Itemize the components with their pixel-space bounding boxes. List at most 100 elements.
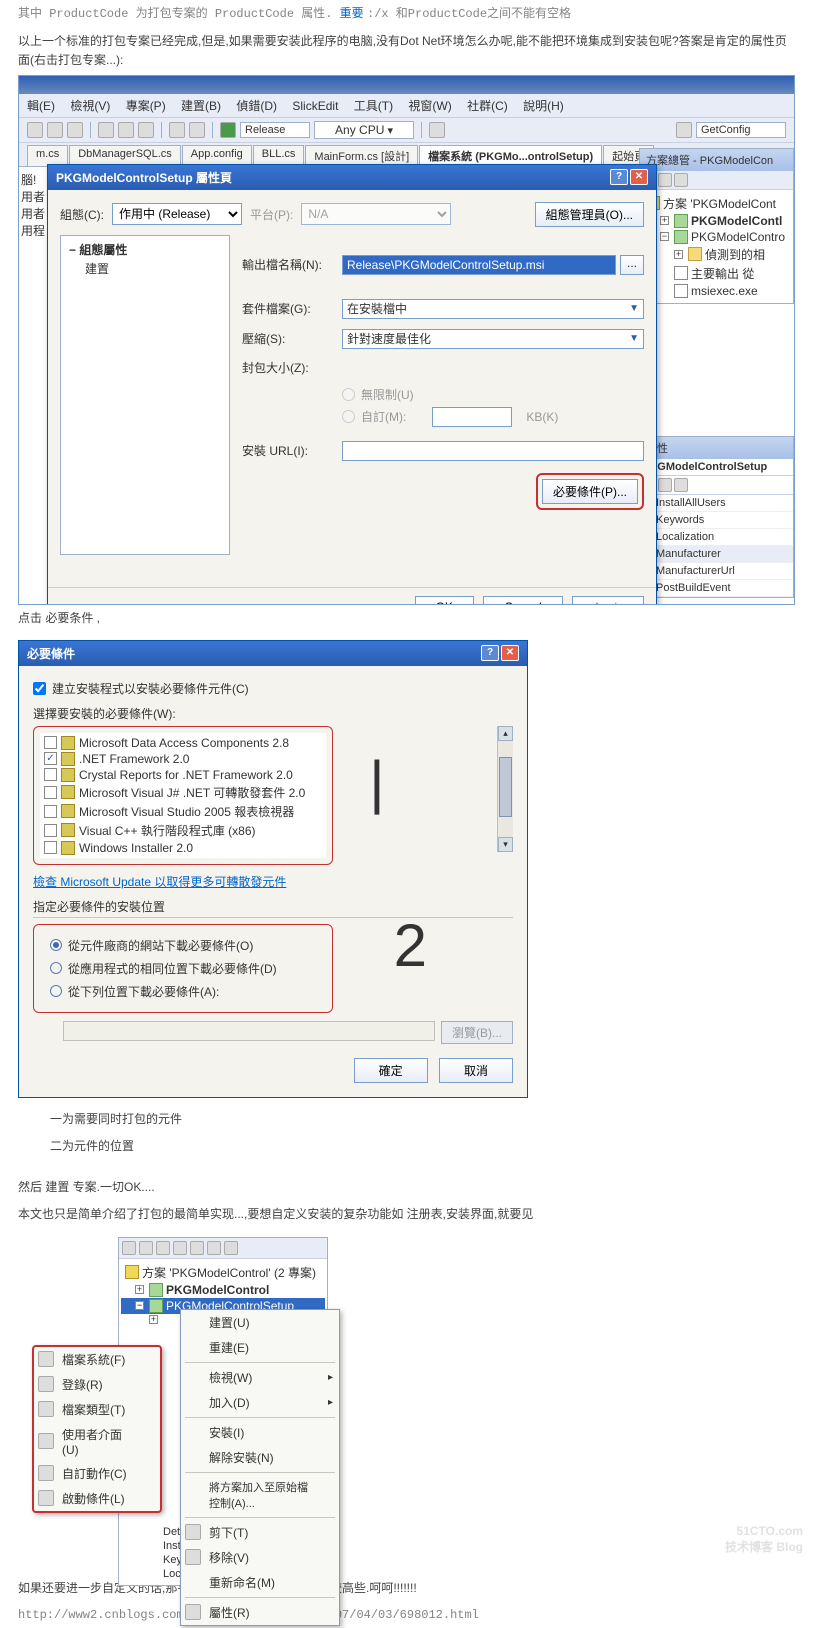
properties-object-combo[interactable]: PKGModelControlSetup	[640, 459, 793, 476]
ctx-registry[interactable]: 登錄(R)	[34, 1372, 160, 1397]
list-scrollbar[interactable]: ▴ ▾	[497, 726, 513, 852]
prop-manufacturerurl[interactable]: ManufacturerUrl	[640, 563, 793, 580]
prereq-item[interactable]: Visual C++ 執行階段程式庫 (x86)	[42, 821, 324, 840]
prerequisites-button[interactable]: 必要條件(P)...	[542, 479, 638, 504]
tab-m-cs[interactable]: m.cs	[27, 145, 68, 166]
tb-open-icon[interactable]	[47, 122, 63, 138]
menu-build[interactable]: 建置(B)	[181, 99, 221, 113]
prereq-item[interactable]: Microsoft Visual J# .NET 可轉散發套件 2.0	[42, 783, 324, 802]
radio-vendor[interactable]	[50, 939, 62, 951]
tb-getconfig-combo[interactable]: GetConfig	[696, 122, 786, 138]
install-url-input[interactable]	[342, 441, 644, 461]
checkbox[interactable]	[44, 736, 57, 749]
expand-icon[interactable]: −	[135, 1301, 144, 1310]
scroll-thumb[interactable]	[499, 757, 512, 817]
platform-combo[interactable]: N/A	[301, 203, 451, 225]
prereq-item[interactable]: Microsoft Data Access Components 2.8	[42, 735, 324, 751]
dialog-help-button[interactable]: ?	[481, 645, 499, 661]
prop-manufacturer[interactable]: Manufacturer	[640, 546, 793, 563]
output-name-input[interactable]: Release\PKGModelControlSetup.msi	[342, 255, 616, 275]
tab-bll[interactable]: BLL.cs	[253, 145, 305, 166]
tb-undo-icon[interactable]	[169, 122, 185, 138]
ctx-cut[interactable]: 剪下(T)	[181, 1520, 339, 1545]
tb-release-combo[interactable]: Release	[240, 122, 310, 138]
tab-filesystem[interactable]: 檔案系統 (PKGMo...ontrolSetup)	[419, 145, 602, 166]
sol-tb-icon2[interactable]	[658, 173, 672, 187]
sol-tb-icon[interactable]	[156, 1241, 170, 1255]
ctx-filesystem[interactable]: 檔案系統(F)	[34, 1347, 160, 1372]
prop-localization[interactable]: Localization	[640, 529, 793, 546]
tree-msiexec[interactable]: msiexec.exe	[642, 283, 791, 299]
cancel-button[interactable]: Cancel	[483, 596, 562, 605]
tb-copy-icon[interactable]	[118, 122, 134, 138]
checkbox[interactable]	[44, 752, 57, 765]
expand-icon[interactable]: +	[135, 1285, 144, 1294]
sol-tb-icon[interactable]	[207, 1241, 221, 1255]
config-combo[interactable]: 作用中 (Release)	[112, 203, 242, 225]
ctx-build[interactable]: 建置(U)	[181, 1310, 339, 1335]
prop-installallusers[interactable]: InstallAllUsers	[640, 495, 793, 512]
tb-flag-icon[interactable]	[429, 122, 445, 138]
sol-tb-icon[interactable]	[139, 1241, 153, 1255]
menu-edit[interactable]: 輯(E)	[27, 99, 55, 113]
prereq-item[interactable]: Crystal Reports for .NET Framework 2.0	[42, 767, 324, 783]
checkbox[interactable]	[44, 786, 57, 799]
microsoft-update-link[interactable]: 檢查 Microsoft Update 以取得更多可轉散發元件	[33, 873, 513, 890]
tb-save-icon[interactable]	[67, 122, 83, 138]
tb-redo-icon[interactable]	[189, 122, 205, 138]
menu-debug[interactable]: 偵錯(D)	[236, 99, 277, 113]
tb-getconfig-icon[interactable]	[676, 122, 692, 138]
tb-paste-icon[interactable]	[138, 122, 154, 138]
expand-icon[interactable]: +	[149, 1315, 158, 1324]
sol-tb-icon3[interactable]	[674, 173, 688, 187]
ctx-uninstall[interactable]: 解除安裝(N)	[181, 1445, 339, 1470]
checkbox[interactable]	[44, 805, 57, 818]
expand-icon[interactable]: +	[674, 250, 683, 259]
prop-postbuildevent[interactable]: PostBuildEvent	[640, 580, 793, 597]
compression-combo[interactable]: 針對速度最佳化▼	[342, 329, 644, 349]
ctx-rebuild[interactable]: 重建(E)	[181, 1335, 339, 1360]
tree-config-root[interactable]: − 組態屬性	[65, 240, 225, 259]
tab-appconfig[interactable]: App.config	[182, 145, 252, 166]
sol-tb-icon[interactable]	[122, 1241, 136, 1255]
config-manager-button[interactable]: 組態管理員(O)...	[535, 202, 644, 227]
ctx-add[interactable]: 加入(D)▸	[181, 1390, 339, 1415]
menu-slickedit[interactable]: SlickEdit	[292, 99, 338, 113]
ctx-ui[interactable]: 使用者介面(U)	[34, 1422, 160, 1461]
ok-button[interactable]: OK	[415, 596, 474, 605]
tree-proj2[interactable]: −PKGModelContro	[642, 229, 791, 245]
sol-tb-icon[interactable]	[224, 1241, 238, 1255]
ctx-rename[interactable]: 重新命名(M)	[181, 1570, 339, 1595]
prereq-item[interactable]: Microsoft Visual Studio 2005 報表檢視器	[42, 802, 324, 821]
menu-view[interactable]: 檢視(V)	[70, 99, 110, 113]
ok-button[interactable]: 確定	[354, 1058, 428, 1083]
tb-new-icon[interactable]	[27, 122, 43, 138]
ctx-source-control[interactable]: 將方案加入至原始檔控制(A)...	[181, 1475, 339, 1515]
checkbox[interactable]	[44, 824, 57, 837]
checkbox[interactable]	[44, 841, 57, 854]
tree-proj1[interactable]: +PKGModelContl	[642, 213, 791, 229]
menu-tools[interactable]: 工具(T)	[354, 99, 393, 113]
prop-keywords[interactable]: Keywords	[640, 512, 793, 529]
dialog-help-button[interactable]: ?	[610, 169, 628, 185]
tree-solution[interactable]: 方案 'PKGModelControl' (2 專案)	[121, 1263, 325, 1282]
expand-icon[interactable]: +	[660, 216, 669, 225]
ctx-view[interactable]: 檢視(W)▸	[181, 1365, 339, 1390]
expand-icon[interactable]: −	[660, 232, 669, 241]
sol-tb-icon[interactable]	[190, 1241, 204, 1255]
props-sort-icon[interactable]	[658, 478, 672, 492]
tb-run-icon[interactable]	[220, 122, 236, 138]
scroll-up-icon[interactable]: ▴	[498, 726, 513, 741]
package-files-combo[interactable]: 在安裝檔中▼	[342, 299, 644, 319]
tab-dbmanager[interactable]: DbManagerSQL.cs	[69, 145, 181, 166]
menu-window[interactable]: 視窗(W)	[408, 99, 451, 113]
dialog-close-button[interactable]: ✕	[630, 169, 648, 185]
dialog-close-button[interactable]: ✕	[501, 645, 519, 661]
ctx-properties[interactable]: 屬性(R)	[181, 1600, 339, 1625]
tb-cut-icon[interactable]	[98, 122, 114, 138]
tree-proj1[interactable]: +PKGModelControl	[121, 1282, 325, 1298]
menu-help[interactable]: 說明(H)	[523, 99, 564, 113]
radio-custom-location[interactable]	[50, 985, 62, 997]
tree-build-node[interactable]: 建置	[81, 259, 225, 278]
props-pages-icon[interactable]	[674, 478, 688, 492]
